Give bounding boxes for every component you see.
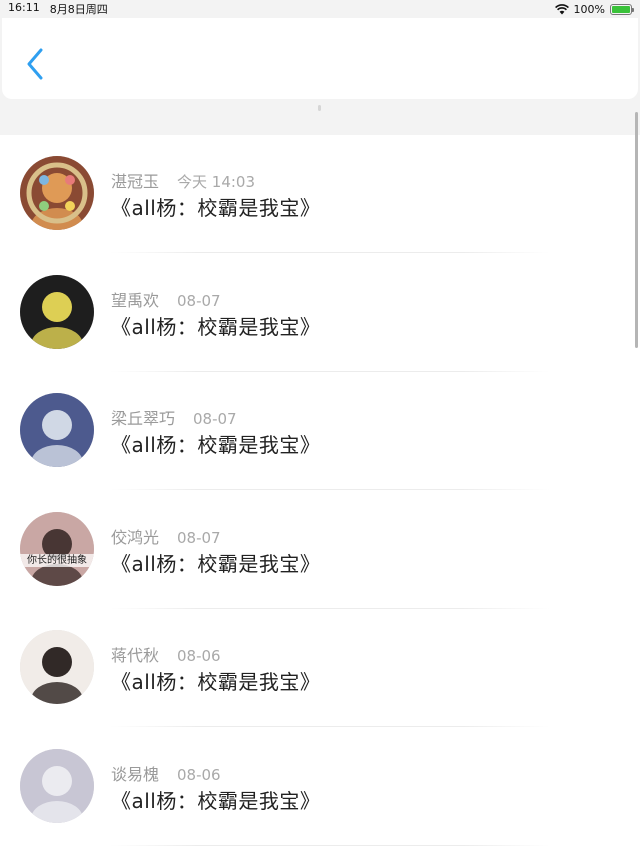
- sender-name: 谈易槐: [111, 764, 160, 784]
- list-item[interactable]: 蒋代秋 08-06 《all杨：校霸是我宝》: [0, 609, 640, 727]
- message-meta: 蒋代秋 08-06: [111, 642, 221, 666]
- status-bar: 16:11 8月8日周四 100%: [0, 0, 640, 18]
- message-time: 08-06: [177, 647, 221, 665]
- status-time: 16:11: [8, 1, 40, 14]
- message-meta: 梁丘翠巧 08-07: [111, 405, 237, 429]
- wifi-icon: [554, 3, 569, 14]
- list-item[interactable]: 湛冠玉 今天 14:03 《all杨：校霸是我宝》: [0, 135, 640, 253]
- message-title: 《all杨：校霸是我宝》: [111, 670, 321, 694]
- message-time: 08-07: [193, 410, 237, 428]
- message-meta: 湛冠玉 今天 14:03: [111, 168, 255, 192]
- message-time: 今天 14:03: [177, 173, 256, 191]
- battery-level: [612, 5, 630, 13]
- chevron-left-icon: [27, 48, 43, 80]
- message-time: 08-07: [177, 528, 221, 547]
- avatar[interactable]: [20, 274, 94, 349]
- sender-name: 佼鸿光: [111, 527, 160, 547]
- battery-icon: [610, 3, 634, 15]
- message-meta: 谈易槐 08-06: [111, 761, 221, 785]
- list-item[interactable]: 望禹欢 08-07 《all杨：校霸是我宝》: [0, 254, 640, 372]
- message-time: 08-07: [177, 291, 221, 310]
- sender-name: 湛冠玉: [111, 172, 160, 191]
- message-title: 《all杨：校霸是我宝》: [111, 551, 321, 576]
- back-button[interactable]: [20, 44, 50, 84]
- row-divider: [110, 844, 550, 846]
- message-meta: 望禹欢 08-07: [111, 287, 221, 311]
- drag-handle: [318, 105, 321, 111]
- section-gap: [0, 99, 640, 135]
- message-time: 08-06: [177, 765, 221, 784]
- battery-percent: 100%: [573, 2, 605, 16]
- message-meta: 佼鸿光 08-07: [111, 524, 221, 548]
- avatar[interactable]: 你长的很抽象: [20, 511, 94, 586]
- message-title: 《all杨：校霸是我宝》: [111, 196, 321, 220]
- nav-bar: [2, 18, 638, 99]
- sender-name: 望禹欢: [111, 290, 160, 310]
- avatar[interactable]: [20, 156, 94, 230]
- avatar[interactable]: [20, 748, 94, 823]
- sender-name: 蒋代秋: [111, 646, 160, 665]
- list-item[interactable]: 你长的很抽象 佼鸿光 08-07 《all杨：校霸是我宝》: [0, 491, 640, 609]
- message-title: 《all杨：校霸是我宝》: [111, 788, 321, 813]
- message-title: 《all杨：校霸是我宝》: [111, 314, 321, 339]
- message-list[interactable]: 湛冠玉 今天 14:03 《all杨：校霸是我宝》 望禹欢 08-07 《all杨：校霸是…: [0, 135, 640, 853]
- message-title: 《all杨：校霸是我宝》: [111, 433, 321, 457]
- scrollbar[interactable]: [635, 112, 638, 348]
- sender-name: 梁丘翠巧: [111, 409, 176, 428]
- list-item[interactable]: 梁丘翠巧 08-07 《all杨：校霸是我宝》: [0, 372, 640, 490]
- avatar[interactable]: [20, 630, 94, 704]
- status-date: 8月8日周四: [49, 3, 108, 16]
- list-item[interactable]: 谈易槐 08-06 《all杨：校霸是我宝》: [0, 728, 640, 846]
- avatar[interactable]: [20, 393, 94, 467]
- avatar-caption: 你长的很抽象: [20, 553, 94, 567]
